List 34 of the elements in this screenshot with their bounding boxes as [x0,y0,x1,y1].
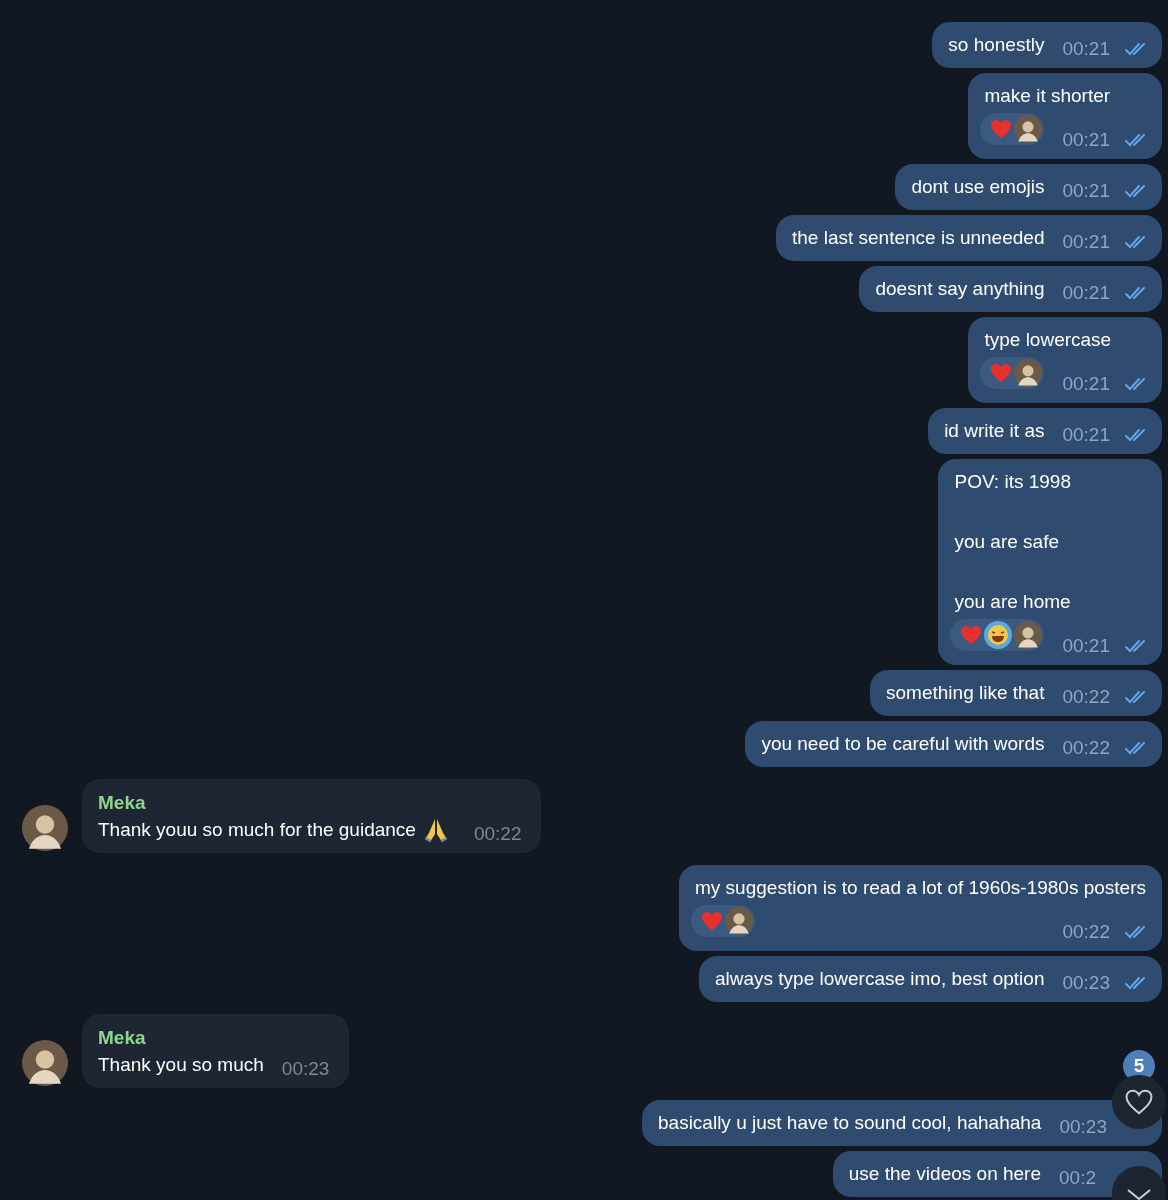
message-time: 00:22 [473,822,522,846]
message-text: dont use emojis [911,175,1045,199]
message-text: you need to be careful with words [761,732,1045,756]
message-text: the last sentence is unneeded [792,226,1045,250]
message-text: so honestly [948,33,1045,57]
message-time: 00:21 [1062,372,1110,396]
message-text: my suggestion is to read a lot of 1960s-1980s posters [695,876,1147,900]
message-time: 00:23 [281,1057,330,1081]
message-time: 00:2 [1059,1166,1096,1190]
message-time: 00:21 [1062,37,1110,61]
sender-name: Meka [98,791,147,815]
message-text: Thank youu so much for the guidance [98,818,416,842]
message-text: make it shorter [984,84,1112,108]
message-time: 00:21 [1062,128,1110,152]
message-time: 00:21 [1062,179,1110,203]
sender-name: Meka [98,1026,147,1050]
message-time: 00:22 [1062,685,1110,709]
message-text: basically u just have to sound cool, hahahaha [658,1111,1042,1135]
message-time: 00:21 [1062,230,1110,254]
message-text: doesnt say anything [875,277,1045,301]
message-time: 00:23 [1059,1115,1107,1139]
message-text: Thank you so much [98,1053,264,1077]
message-text: id write it as [944,419,1045,443]
message-time: 00:21 [1062,634,1110,658]
message-time: 00:21 [1062,281,1110,305]
message-time: 00:22 [1062,736,1110,760]
message-text: always type lowercase imo, best option [714,967,1045,991]
message-time: 00:22 [1062,920,1110,944]
message-text: something like that [886,681,1045,705]
message-time: 00:23 [1062,971,1110,995]
message-text: POV: its 1998 you are safe you are home [954,470,1072,614]
message-time: 00:21 [1062,423,1110,447]
message-text: use the videos on here [848,1162,1041,1186]
message-text: type lowercase [984,328,1113,352]
